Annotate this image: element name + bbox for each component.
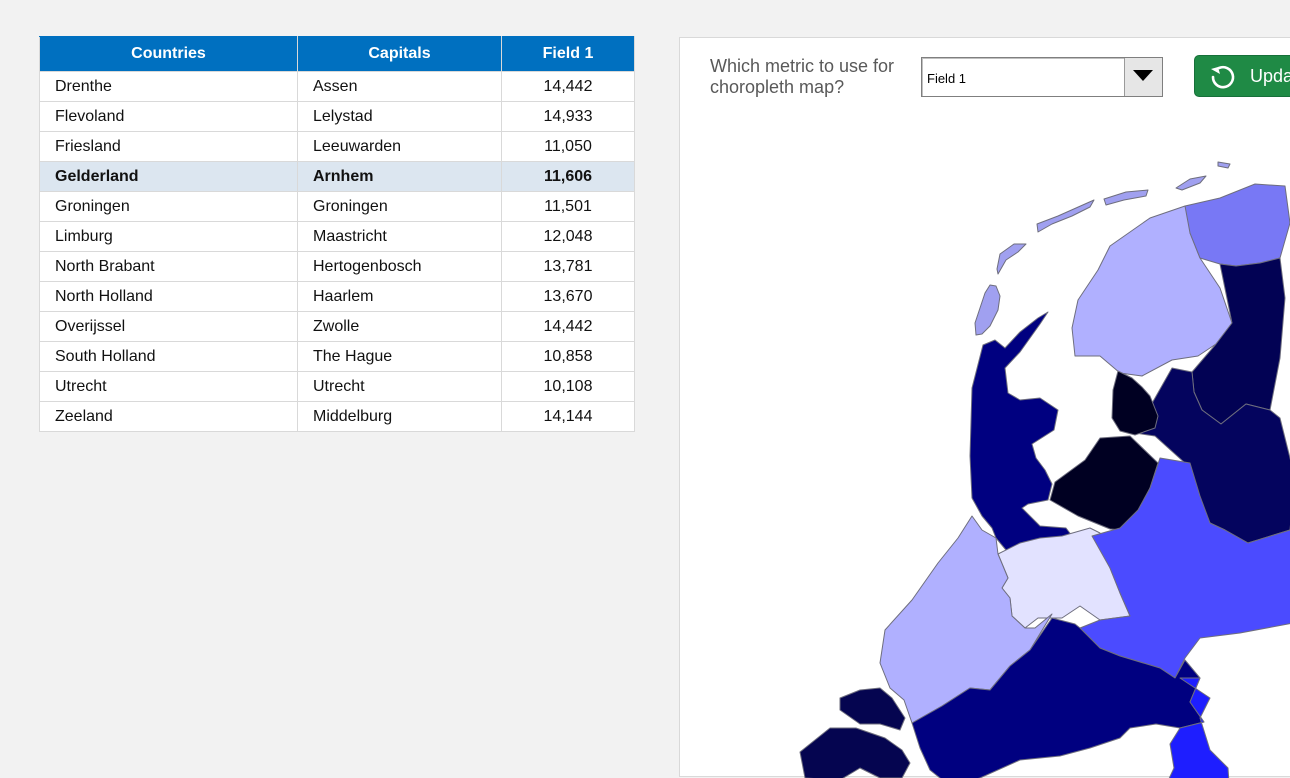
capital-cell[interactable]: Arnhem (297, 161, 502, 192)
country-cell[interactable]: Overijssel (39, 311, 298, 342)
capital-cell[interactable]: Middelburg (297, 401, 502, 432)
caret-down-icon (1133, 70, 1153, 81)
data-table: Countries Capitals Field 1 Drenthe Assen 1… (39, 36, 635, 432)
table-row[interactable]: North Holland Haarlem 13,670 (39, 281, 635, 312)
field-1-cell[interactable]: 14,442 (501, 311, 635, 342)
capital-cell[interactable]: Leeuwarden (297, 131, 502, 162)
table-row[interactable]: Drenthe Assen 14,442 (39, 71, 635, 102)
capital-cell[interactable]: Groningen (297, 191, 502, 222)
field-1-cell[interactable]: 13,781 (501, 251, 635, 282)
capital-cell[interactable]: Hertogenbosch (297, 251, 502, 282)
header-countries[interactable]: Countries (39, 36, 298, 72)
country-cell[interactable]: North Holland (39, 281, 298, 312)
map-region-groningen[interactable] (1184, 183, 1290, 267)
table-body: Drenthe Assen 14,442 Flevoland Lelystad 14,93… (39, 71, 635, 432)
map-region-flevoland-north[interactable] (1111, 370, 1159, 436)
map-wadden-island-texel[interactable] (974, 284, 1001, 336)
choropleth-map (799, 161, 1290, 778)
update-button-label: Update (1250, 66, 1290, 86)
metric-select[interactable]: Field 1 (921, 57, 1163, 97)
field-1-cell[interactable]: 10,108 (501, 371, 635, 402)
map-panel: Which metric to use for choropleth map? … (679, 37, 1290, 778)
capital-cell[interactable]: Maastricht (297, 221, 502, 252)
capital-cell[interactable]: Assen (297, 71, 502, 102)
country-cell[interactable]: Flevoland (39, 101, 298, 132)
field-1-cell[interactable]: 14,442 (501, 71, 635, 102)
table-row[interactable]: Friesland Leeuwarden 11,050 (39, 131, 635, 162)
country-cell[interactable]: Friesland (39, 131, 298, 162)
capital-cell[interactable]: Utrecht (297, 371, 502, 402)
table-row[interactable]: Gelderland Arnhem 11,606 (39, 161, 635, 192)
field-1-cell[interactable]: 14,933 (501, 101, 635, 132)
map-wadden-island-vlieland[interactable] (996, 243, 1027, 275)
capital-cell[interactable]: Lelystad (297, 101, 502, 132)
country-cell[interactable]: Limburg (39, 221, 298, 252)
map-region-zeeland-island[interactable] (839, 687, 906, 731)
country-cell[interactable]: Zeeland (39, 401, 298, 432)
country-cell[interactable]: Groningen (39, 191, 298, 222)
country-cell[interactable]: South Holland (39, 341, 298, 372)
dropdown-button[interactable] (1124, 58, 1162, 96)
table-row[interactable]: South Holland The Hague 10,858 (39, 341, 635, 372)
metric-question-label: Which metric to use for choropleth map? (710, 56, 895, 97)
field-1-cell[interactable]: 12,048 (501, 221, 635, 252)
map-wadden-island-terschelling[interactable] (1036, 199, 1095, 233)
table-row[interactable]: Utrecht Utrecht 10,108 (39, 371, 635, 402)
field-1-cell[interactable]: 11,501 (501, 191, 635, 222)
field-1-cell[interactable]: 11,606 (501, 161, 635, 192)
table-row[interactable]: Groningen Groningen 11,501 (39, 191, 635, 222)
header-field-1[interactable]: Field 1 (501, 36, 635, 72)
country-cell[interactable]: Drenthe (39, 71, 298, 102)
map-wadden-island-ameland[interactable] (1103, 189, 1149, 206)
capital-cell[interactable]: Haarlem (297, 281, 502, 312)
map-region-zeeland-south[interactable] (799, 727, 911, 778)
update-button[interactable]: Update (1194, 55, 1290, 97)
map-wadden-island-rottumeroog[interactable] (1217, 161, 1231, 169)
country-cell[interactable]: Utrecht (39, 371, 298, 402)
map-wadden-island-schiermonnikoog[interactable] (1175, 175, 1207, 191)
country-cell[interactable]: North Brabant (39, 251, 298, 282)
field-1-cell[interactable]: 10,858 (501, 341, 635, 372)
capital-cell[interactable]: The Hague (297, 341, 502, 372)
refresh-icon (1211, 65, 1235, 89)
field-1-cell[interactable]: 14,144 (501, 401, 635, 432)
table-header-row: Countries Capitals Field 1 (39, 36, 635, 72)
country-cell[interactable]: Gelderland (39, 161, 298, 192)
field-1-cell[interactable]: 13,670 (501, 281, 635, 312)
metric-select-value: Field 1 (927, 71, 967, 86)
table-row[interactable]: Zeeland Middelburg 14,144 (39, 401, 635, 432)
field-1-cell[interactable]: 11,050 (501, 131, 635, 162)
table-row[interactable]: Overijssel Zwolle 14,442 (39, 311, 635, 342)
header-capitals[interactable]: Capitals (297, 36, 502, 72)
table-row[interactable]: North Brabant Hertogenbosch 13,781 (39, 251, 635, 282)
capital-cell[interactable]: Zwolle (297, 311, 502, 342)
map-region-north-holland[interactable] (969, 311, 1079, 559)
table-row[interactable]: Flevoland Lelystad 14,933 (39, 101, 635, 132)
table-row[interactable]: Limburg Maastricht 12,048 (39, 221, 635, 252)
